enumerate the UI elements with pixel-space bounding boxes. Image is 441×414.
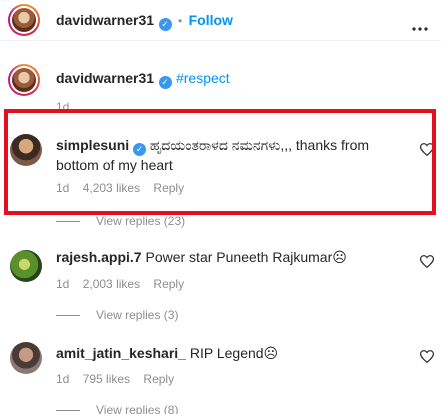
verified-badge-icon: ✓ <box>158 76 172 89</box>
more-options-icon[interactable] <box>412 18 428 31</box>
reply-button[interactable]: Reply <box>153 277 184 291</box>
comment-likes[interactable]: 2,003 likes <box>83 277 140 291</box>
caption-avatar[interactable] <box>8 64 40 96</box>
commenter-avatar[interactable] <box>10 342 42 374</box>
highlight-box <box>4 109 436 215</box>
replies-dash <box>56 410 80 412</box>
header-avatar[interactable] <box>8 4 40 36</box>
view-replies[interactable]: View replies (23) <box>56 214 185 228</box>
view-replies-label[interactable]: View replies (23) <box>96 214 185 228</box>
comment-meta: 1d 2,003 likes Reply <box>56 277 194 291</box>
follow-button[interactable]: Follow <box>189 12 233 28</box>
comment-body: rajesh.appi.7 Power star Puneeth Rajkuma… <box>56 248 347 266</box>
like-heart-icon[interactable] <box>420 255 434 268</box>
comment-username[interactable]: amit_jatin_keshari_ <box>56 345 186 361</box>
comment-text: RIP Legend☹ <box>189 345 279 361</box>
header-divider <box>0 40 441 41</box>
comment-username[interactable]: rajesh.appi.7 <box>56 249 142 265</box>
view-replies[interactable]: View replies (3) <box>56 308 178 322</box>
reply-button[interactable]: Reply <box>143 372 174 386</box>
view-replies[interactable]: View replies (8) <box>56 403 178 414</box>
post-header: davidwarner31 ✓ • Follow <box>56 12 233 31</box>
comment-body: amit_jatin_keshari_ RIP Legend☹ <box>56 344 278 362</box>
view-replies-label[interactable]: View replies (8) <box>96 403 178 414</box>
replies-dash <box>56 221 80 223</box>
verified-badge-icon: ✓ <box>158 18 172 31</box>
view-replies-label[interactable]: View replies (3) <box>96 308 178 322</box>
like-heart-icon[interactable] <box>420 350 434 363</box>
comment-meta: 1d 795 likes Reply <box>56 372 184 386</box>
caption: davidwarner31 ✓ #respect <box>56 70 230 89</box>
replies-dash <box>56 315 80 317</box>
caption-hashtag[interactable]: #respect <box>176 70 230 86</box>
comment-time: 1d <box>56 277 70 291</box>
comment-text: Power star Puneeth Rajkumar☹ <box>145 249 347 265</box>
comment-time: 1d <box>56 372 70 386</box>
caption-username[interactable]: davidwarner31 <box>56 70 154 86</box>
comment-likes[interactable]: 795 likes <box>83 372 130 386</box>
commenter-avatar[interactable] <box>10 250 42 282</box>
header-separator: • <box>177 14 183 28</box>
header-username[interactable]: davidwarner31 <box>56 12 154 28</box>
